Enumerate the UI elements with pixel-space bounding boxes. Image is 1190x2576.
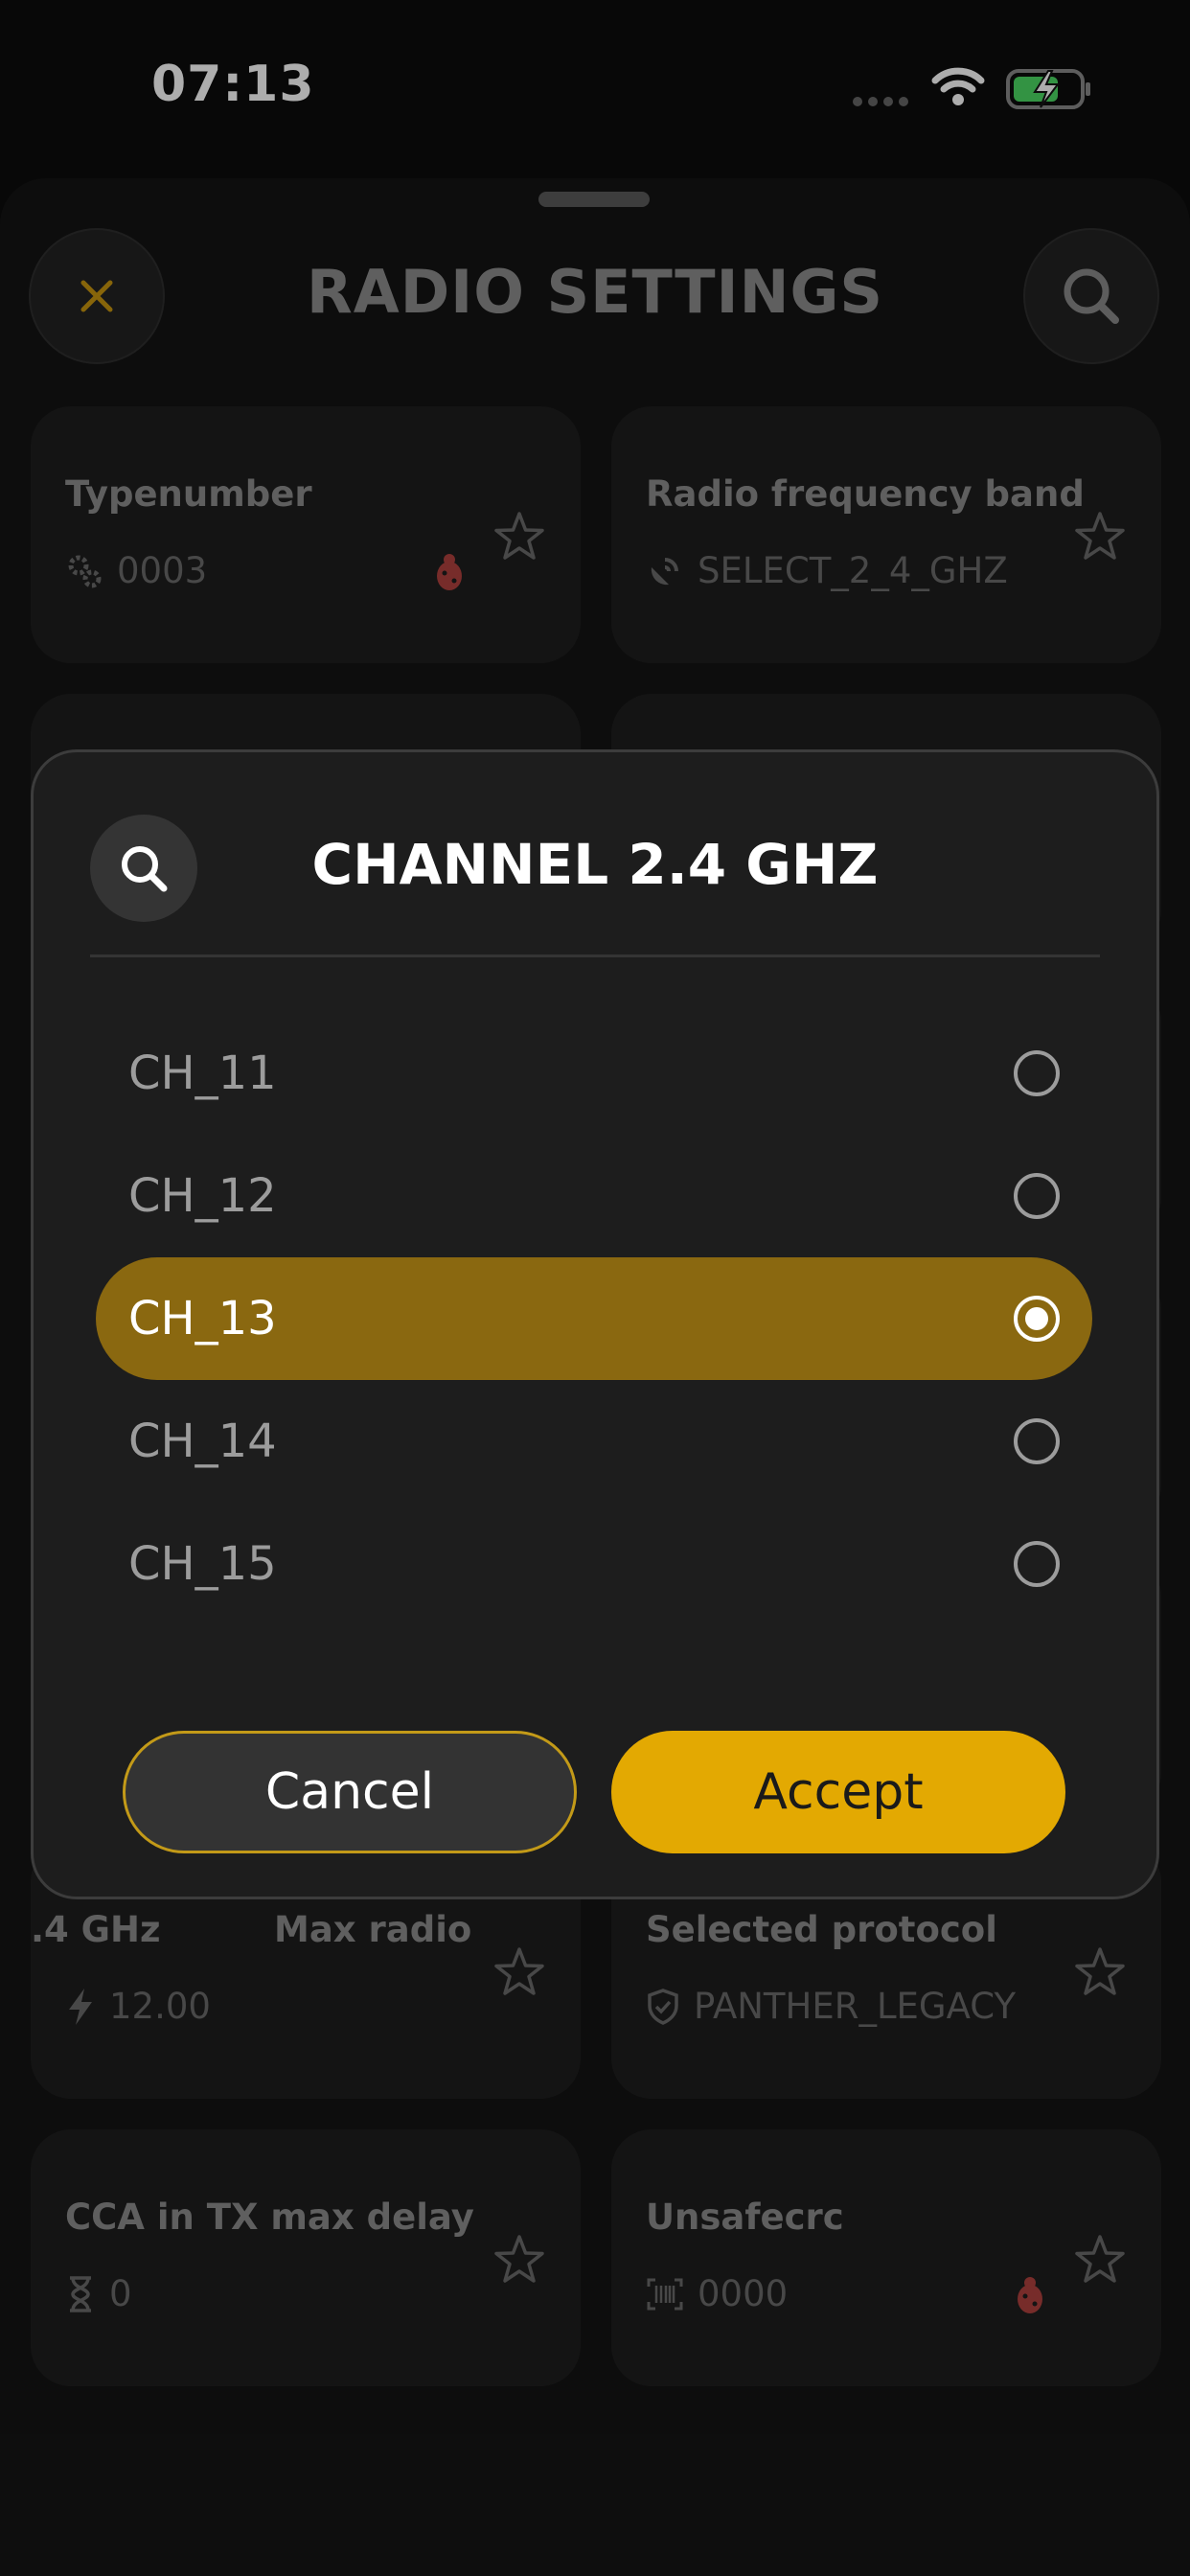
channel-option[interactable]: CH_14 xyxy=(96,1380,1092,1503)
modal-title: CHANNEL 2.4 GHZ xyxy=(311,832,879,897)
channel-option[interactable]: CH_12 xyxy=(96,1135,1092,1257)
radio-button[interactable] xyxy=(1014,1050,1060,1096)
channel-option[interactable]: CH_15 xyxy=(96,1503,1092,1625)
channel-option-selected[interactable]: CH_13 xyxy=(96,1257,1092,1380)
radio-button[interactable] xyxy=(1014,1541,1060,1587)
divider xyxy=(90,954,1100,957)
option-label: CH_12 xyxy=(128,1169,277,1223)
radio-button-checked[interactable] xyxy=(1014,1296,1060,1342)
accept-button[interactable]: Accept xyxy=(611,1731,1065,1853)
option-label: CH_13 xyxy=(128,1292,277,1346)
cancel-button[interactable]: Cancel xyxy=(123,1731,577,1853)
option-label: CH_11 xyxy=(128,1046,277,1100)
radio-button[interactable] xyxy=(1014,1173,1060,1219)
option-label: CH_15 xyxy=(128,1537,277,1591)
option-label: CH_14 xyxy=(128,1414,277,1468)
channel-option[interactable]: CH_11 xyxy=(96,1012,1092,1135)
radio-button[interactable] xyxy=(1014,1418,1060,1464)
